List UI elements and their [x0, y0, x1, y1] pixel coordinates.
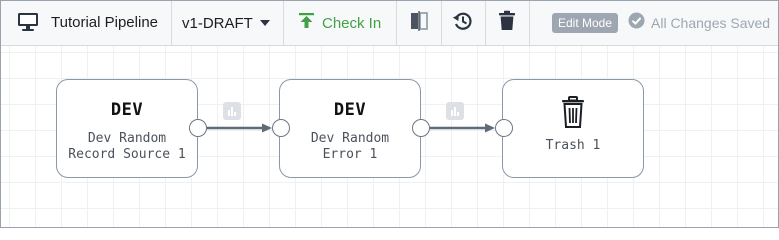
- save-status: All Changes Saved: [628, 12, 771, 34]
- pipeline-designer-window: Tutorial Pipeline v1-DRAFT Check In Edit…: [0, 0, 779, 228]
- link-arrowhead: [262, 123, 272, 133]
- toolbar-divider: [529, 1, 530, 45]
- monitor-icon: [17, 12, 39, 37]
- pipeline-canvas[interactable]: DEV Dev Random Record Source 1 DEV Dev R…: [1, 46, 778, 227]
- trash-icon: [503, 96, 643, 133]
- check-circle-icon: [628, 12, 645, 34]
- link-metrics-icon[interactable]: [446, 102, 464, 120]
- stage-dev-random-record-source[interactable]: DEV Dev Random Record Source 1: [56, 79, 198, 178]
- stage-trash[interactable]: Trash 1: [502, 79, 644, 178]
- check-in-label: Check In: [322, 14, 382, 32]
- edit-mode-badge: Edit Mode: [552, 13, 619, 33]
- stage-name-label: Dev Random Error 1: [310, 131, 390, 162]
- toolbar-divider: [396, 1, 397, 45]
- compare-versions-button[interactable]: [398, 1, 440, 45]
- stage-name-label: Trash 1: [545, 138, 601, 153]
- trash-icon: [498, 10, 516, 36]
- compare-icon: [409, 10, 429, 37]
- stage-name-label: Dev Random Record Source 1: [68, 131, 186, 162]
- toolbar-divider: [171, 1, 172, 45]
- output-port[interactable]: [412, 119, 430, 137]
- delete-button[interactable]: [486, 1, 528, 45]
- version-dropdown[interactable]: v1-DRAFT: [182, 1, 270, 45]
- chevron-down-icon: [259, 20, 270, 26]
- link-metrics-icon[interactable]: [223, 102, 241, 120]
- toolbar-divider: [283, 1, 284, 45]
- input-port[interactable]: [495, 119, 513, 137]
- pipeline-title: Tutorial Pipeline: [51, 14, 158, 31]
- version-label: v1-DRAFT: [182, 14, 253, 32]
- check-in-button[interactable]: Check In: [298, 1, 381, 45]
- output-port[interactable]: [189, 119, 207, 137]
- link-arrowhead: [485, 123, 495, 133]
- pipeline-toolbar: Tutorial Pipeline v1-DRAFT Check In Edit…: [1, 1, 778, 46]
- stage-dev-random-error[interactable]: DEV Dev Random Error 1: [279, 79, 421, 178]
- input-port[interactable]: [272, 119, 290, 137]
- history-icon: [452, 10, 474, 37]
- history-button[interactable]: [442, 1, 484, 45]
- save-status-label: All Changes Saved: [651, 15, 771, 31]
- stage-library-label: DEV: [333, 100, 367, 120]
- stage-library-label: DEV: [110, 100, 144, 120]
- upload-arrow-icon: [298, 12, 315, 34]
